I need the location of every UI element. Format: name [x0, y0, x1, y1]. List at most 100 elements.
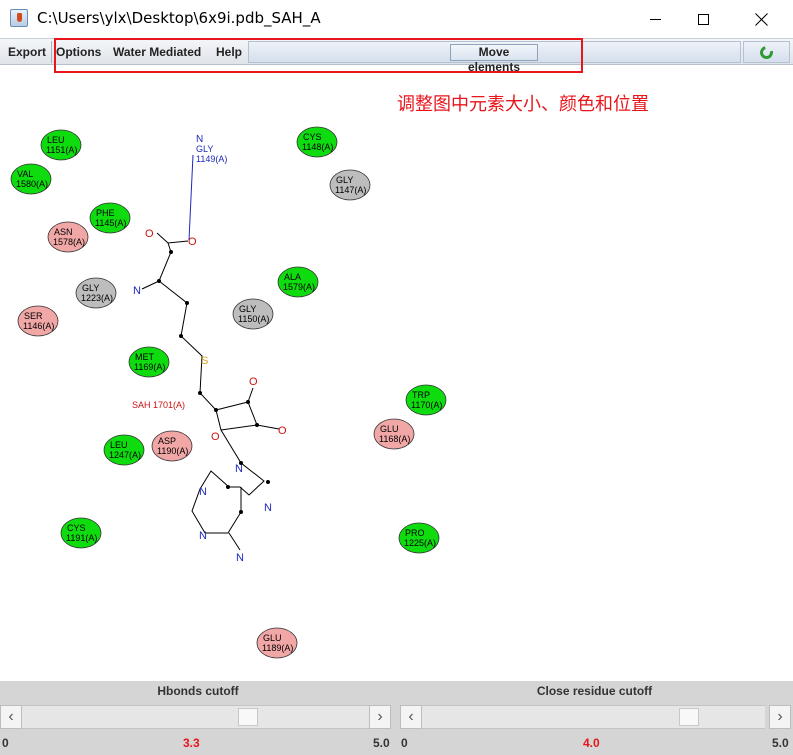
residue-leu-1247a[interactable]: LEU1247(A) — [103, 434, 145, 466]
residue-name: LEU — [110, 440, 128, 450]
hbonds-scroll-right[interactable]: › — [369, 705, 391, 729]
close-scroll-left[interactable]: ‹ — [400, 705, 422, 729]
residue-name: ASP — [158, 436, 176, 446]
atom-S: S — [201, 355, 208, 367]
maximize-icon — [697, 13, 709, 25]
atom-O: O — [188, 236, 197, 248]
hbonds-value: 3.3 — [183, 736, 200, 750]
residue-number: 1225(A) — [404, 538, 436, 548]
residue-name: ALA — [284, 272, 301, 282]
residue-name: PRO — [405, 528, 425, 538]
minimize-button[interactable] — [632, 0, 678, 38]
residue-number: 1169(A) — [134, 362, 165, 372]
hbonds-cutoff-panel: Hbonds cutoff ‹ › 0 3.3 5.0 — [0, 681, 396, 755]
hbonds-max: 5.0 — [373, 736, 390, 750]
residue-cys-1191a[interactable]: CYS1191(A) — [60, 517, 102, 549]
hbond-partner-number: 1149(A) — [196, 154, 227, 164]
residue-number: 1147(A) — [335, 185, 366, 195]
close-button[interactable] — [738, 0, 784, 38]
residue-number: 1578(A) — [53, 237, 85, 247]
menu-export[interactable]: Export — [8, 45, 46, 59]
close-icon — [755, 13, 768, 26]
refresh-button[interactable] — [743, 41, 790, 63]
residue-number: 1148(A) — [302, 142, 333, 152]
atom-N: N — [235, 463, 243, 475]
menu-separator — [51, 41, 52, 63]
close-residue-cutoff-title: Close residue cutoff — [536, 684, 653, 698]
hbonds-min: 0 — [2, 736, 9, 750]
residue-number: 1191(A) — [66, 533, 97, 543]
residue-asn-1578a[interactable]: ASN1578(A) — [47, 221, 89, 253]
residue-number: 1150(A) — [238, 314, 269, 324]
close-residue-cutoff-panel: Close residue cutoff ‹ › 0 4.0 5.0 — [396, 681, 793, 755]
residue-name: PHE — [96, 208, 115, 218]
ligand-label: SAH 1701(A) — [132, 400, 185, 410]
residue-name: CYS — [67, 523, 86, 533]
residue-name: LEU — [47, 135, 65, 145]
atom-N: N — [236, 552, 244, 564]
title-bar: C:\Users\ylx\Desktop\6x9i.pdb_SAH_A — [0, 0, 793, 38]
residue-number: 1170(A) — [411, 400, 442, 410]
residue-name: GLY — [336, 175, 353, 185]
residue-name: GLY — [82, 283, 99, 293]
hbond-line — [188, 154, 194, 241]
residue-number: 1247(A) — [109, 450, 141, 460]
residue-name: GLY — [239, 304, 256, 314]
residue-leu-1151a[interactable]: LEU1151(A) — [40, 129, 82, 161]
residue-number: 1190(A) — [157, 446, 188, 456]
residue-name: ASN — [54, 227, 73, 237]
residue-ala-1579a[interactable]: ALA1579(A) — [277, 266, 319, 298]
maximize-button[interactable] — [680, 0, 726, 38]
close-max: 5.0 — [772, 736, 789, 750]
residue-number: 1151(A) — [46, 145, 77, 155]
residue-pro-1225a[interactable]: PRO1225(A) — [398, 522, 440, 554]
residue-ser-1146a[interactable]: SER1146(A) — [17, 305, 59, 337]
residue-number: 1168(A) — [379, 434, 410, 444]
residue-phe-1145a[interactable]: PHE1145(A) — [89, 202, 131, 234]
refresh-icon — [757, 43, 776, 61]
residue-gly-1223a[interactable]: GLY1223(A) — [75, 277, 117, 309]
atom-O: O — [145, 228, 154, 240]
hbonds-slider[interactable] — [22, 705, 369, 729]
residue-asp-1190a[interactable]: ASP1190(A) — [151, 430, 193, 462]
residue-val-1580a[interactable]: VAL1580(A) — [10, 163, 52, 195]
residue-met-1169a[interactable]: MET1169(A) — [128, 346, 170, 378]
atom-N: N — [133, 285, 141, 297]
java-app-icon — [10, 9, 28, 27]
residue-trp-1170a[interactable]: TRP1170(A) — [405, 384, 447, 416]
residue-name: GLU — [263, 633, 282, 643]
residue-number: 1145(A) — [95, 218, 126, 228]
atom-O: O — [249, 376, 258, 388]
ligand-bonds — [141, 232, 280, 551]
residue-group: LEU1151(A)VAL1580(A)PHE1145(A)ASN1578(A)… — [10, 126, 447, 659]
residue-glu-1168a[interactable]: GLU1168(A) — [373, 418, 415, 450]
residue-gly-1147a[interactable]: GLY1147(A) — [329, 169, 371, 201]
window-title: C:\Users\ylx\Desktop\6x9i.pdb_SAH_A — [37, 9, 321, 27]
residue-name: CYS — [303, 132, 322, 142]
residue-number: 1223(A) — [81, 293, 113, 303]
residue-glu-1189a[interactable]: GLU1189(A) — [256, 627, 298, 659]
hbonds-slider-thumb[interactable] — [238, 708, 258, 726]
close-slider-thumb[interactable] — [679, 708, 699, 726]
residue-name: VAL — [17, 169, 33, 179]
atom-N: N — [199, 486, 207, 498]
minimize-icon — [649, 18, 661, 20]
residue-number: 1579(A) — [283, 282, 315, 292]
residue-name: MET — [135, 352, 155, 362]
residue-number: 1146(A) — [23, 321, 54, 331]
residue-gly-1150a[interactable]: GLY1150(A) — [232, 298, 274, 330]
residue-number: 1580(A) — [16, 179, 48, 189]
residue-name: GLU — [380, 424, 399, 434]
residue-name: SER — [24, 311, 43, 321]
close-scroll-right[interactable]: › — [769, 705, 791, 729]
atom-N: N — [199, 530, 207, 542]
residue-cys-1148a[interactable]: CYS1148(A) — [296, 126, 338, 158]
interaction-diagram[interactable]: N GLY 1149(A) O O N S O O O N N N N N SA… — [0, 66, 793, 681]
hbonds-scroll-left[interactable]: ‹ — [0, 705, 22, 729]
close-value: 4.0 — [583, 736, 600, 750]
close-residue-slider[interactable] — [422, 705, 765, 729]
atom-O: O — [278, 425, 287, 437]
hbond-partner-name: GLY — [196, 144, 213, 154]
residue-number: 1189(A) — [262, 643, 293, 653]
hbonds-cutoff-title: Hbonds cutoff — [157, 684, 239, 698]
